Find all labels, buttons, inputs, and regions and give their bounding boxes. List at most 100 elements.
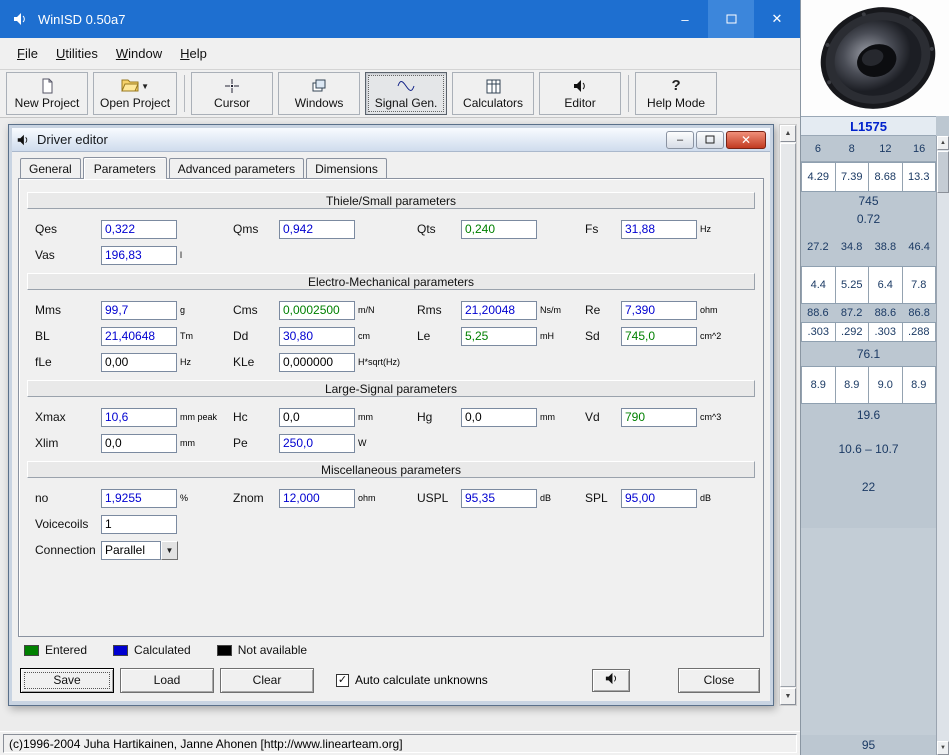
field-unit: Hz	[700, 224, 711, 234]
fs-input[interactable]	[621, 219, 697, 239]
fle-input[interactable]	[101, 352, 177, 372]
spec-row: 95	[801, 735, 936, 755]
not-available-color-swatch	[216, 644, 232, 656]
editor-mini-button[interactable]	[592, 668, 630, 692]
toolbar-label: Calculators	[463, 96, 524, 110]
menu-window[interactable]: Window	[107, 41, 171, 66]
legend-label: Not available	[237, 643, 308, 657]
dialog-maximize-icon[interactable]	[696, 130, 724, 149]
pe-input[interactable]	[279, 433, 355, 453]
tab-dimensions[interactable]: Dimensions	[306, 158, 387, 178]
voicecoils-input[interactable]	[101, 514, 177, 534]
field-label: no	[35, 491, 49, 505]
chevron-down-icon[interactable]: ▼	[161, 540, 178, 560]
le-input[interactable]	[461, 326, 537, 346]
spec-cell: 16	[913, 142, 926, 155]
vas-input[interactable]	[101, 245, 177, 265]
menu-utilities[interactable]: Utilities	[47, 41, 107, 66]
menu-file[interactable]: File	[8, 41, 47, 66]
vd-input[interactable]	[621, 407, 697, 427]
spec-cell: 27.2	[807, 241, 829, 253]
kle-input[interactable]	[279, 352, 355, 372]
windows-button[interactable]: Windows	[278, 72, 361, 115]
help-mode-button[interactable]: ? Help Mode	[635, 72, 718, 115]
driver-spec-table: 6 8 12 16 4.29 7.39 8.68 13.3 745 0.72 2…	[801, 136, 936, 755]
scroll-thumb[interactable]	[937, 151, 949, 193]
dd-input[interactable]	[279, 326, 355, 346]
rms-input[interactable]	[461, 300, 537, 320]
hc-input[interactable]	[279, 407, 355, 427]
clear-button[interactable]: Clear	[220, 667, 314, 693]
app-title: WinISD 0.50a7	[38, 11, 126, 27]
qts-input[interactable]	[461, 219, 537, 239]
qms-input[interactable]	[279, 219, 355, 239]
maximize-icon[interactable]	[708, 0, 754, 38]
xlim-input[interactable]	[101, 433, 177, 453]
field-label: Pe	[233, 436, 248, 450]
connection-select[interactable]: ▼	[101, 540, 178, 560]
spec-cell: 8	[848, 142, 855, 155]
field-label: Voicecoils	[35, 517, 89, 531]
field-unit: cm^2	[700, 331, 722, 341]
entered-color-swatch	[24, 644, 39, 656]
signal-gen-button[interactable]: Signal Gen.	[365, 72, 448, 115]
new-project-button[interactable]: New Project	[6, 72, 88, 115]
close-button[interactable]: Close	[678, 667, 760, 693]
tab-advanced-parameters[interactable]: Advanced parameters	[168, 158, 305, 178]
scroll-down-icon[interactable]: ▼	[937, 741, 949, 755]
chevron-down-icon[interactable]: ▼	[141, 82, 149, 91]
mms-input[interactable]	[101, 300, 177, 320]
close-icon[interactable]: ✕	[754, 0, 800, 38]
field-label: Fs	[585, 222, 599, 236]
section-electro-mechanical: Electro-Mechanical parameters	[27, 273, 755, 290]
scroll-thumb[interactable]	[780, 143, 796, 687]
dialog-close-icon[interactable]: ✕	[726, 130, 766, 149]
spec-row: 10.6 – 10.7	[801, 426, 936, 472]
load-button[interactable]: Load	[120, 667, 214, 693]
spl-input[interactable]	[621, 488, 697, 508]
dialog-minimize-icon[interactable]: –	[666, 130, 694, 149]
spec-cell: 8.68	[868, 163, 902, 191]
cursor-button[interactable]: Cursor	[191, 72, 274, 115]
cursor-icon	[224, 77, 240, 95]
tab-parameters[interactable]: Parameters	[82, 157, 167, 179]
field-label: BL	[35, 329, 50, 343]
tab-general[interactable]: General	[20, 158, 81, 178]
speaker-photo	[801, 0, 949, 116]
hg-input[interactable]	[461, 407, 537, 427]
minimize-icon[interactable]: –	[662, 0, 708, 38]
field-unit: l	[180, 250, 182, 260]
section-thiele-small: Thiele/Small parameters	[27, 192, 755, 209]
spec-cell: 6.4	[868, 267, 902, 303]
re-input[interactable]	[621, 300, 697, 320]
znom-input[interactable]	[279, 488, 355, 508]
cms-input[interactable]	[279, 300, 355, 320]
uspl-input[interactable]	[461, 488, 537, 508]
xmax-input[interactable]	[101, 407, 177, 427]
toolbar-separator	[628, 75, 630, 112]
save-button[interactable]: Save	[20, 667, 114, 693]
bl-input[interactable]	[101, 326, 177, 346]
calculators-button[interactable]: Calculators	[452, 72, 535, 115]
open-project-button[interactable]: ▼ Open Project	[93, 72, 178, 115]
tab-bar: General Parameters Advanced parameters D…	[12, 152, 770, 179]
menu-help[interactable]: Help	[171, 41, 216, 66]
toolbar-label: Editor	[564, 96, 596, 110]
editor-button[interactable]: Editor	[539, 72, 622, 115]
main-vertical-scrollbar[interactable]: ▲ ▼	[779, 124, 797, 706]
no-input[interactable]	[101, 488, 177, 508]
scroll-up-icon[interactable]: ▲	[780, 125, 796, 142]
field-unit: mm peak	[180, 412, 218, 422]
scroll-track[interactable]	[937, 194, 949, 741]
connection-value[interactable]	[101, 540, 161, 560]
field-unit: mm	[180, 438, 195, 448]
panel-vertical-scrollbar[interactable]: ▲ ▼	[936, 136, 949, 755]
field-row: Vas l	[25, 242, 757, 268]
sd-input[interactable]	[621, 326, 697, 346]
scroll-down-icon[interactable]: ▼	[780, 688, 796, 705]
field-label: Mms	[35, 303, 61, 317]
toolbar-label: Signal Gen.	[374, 96, 438, 110]
auto-calc-checkbox[interactable]: ✓ Auto calculate unknowns	[336, 673, 488, 687]
qes-input[interactable]	[101, 219, 177, 239]
scroll-up-icon[interactable]: ▲	[937, 136, 949, 150]
